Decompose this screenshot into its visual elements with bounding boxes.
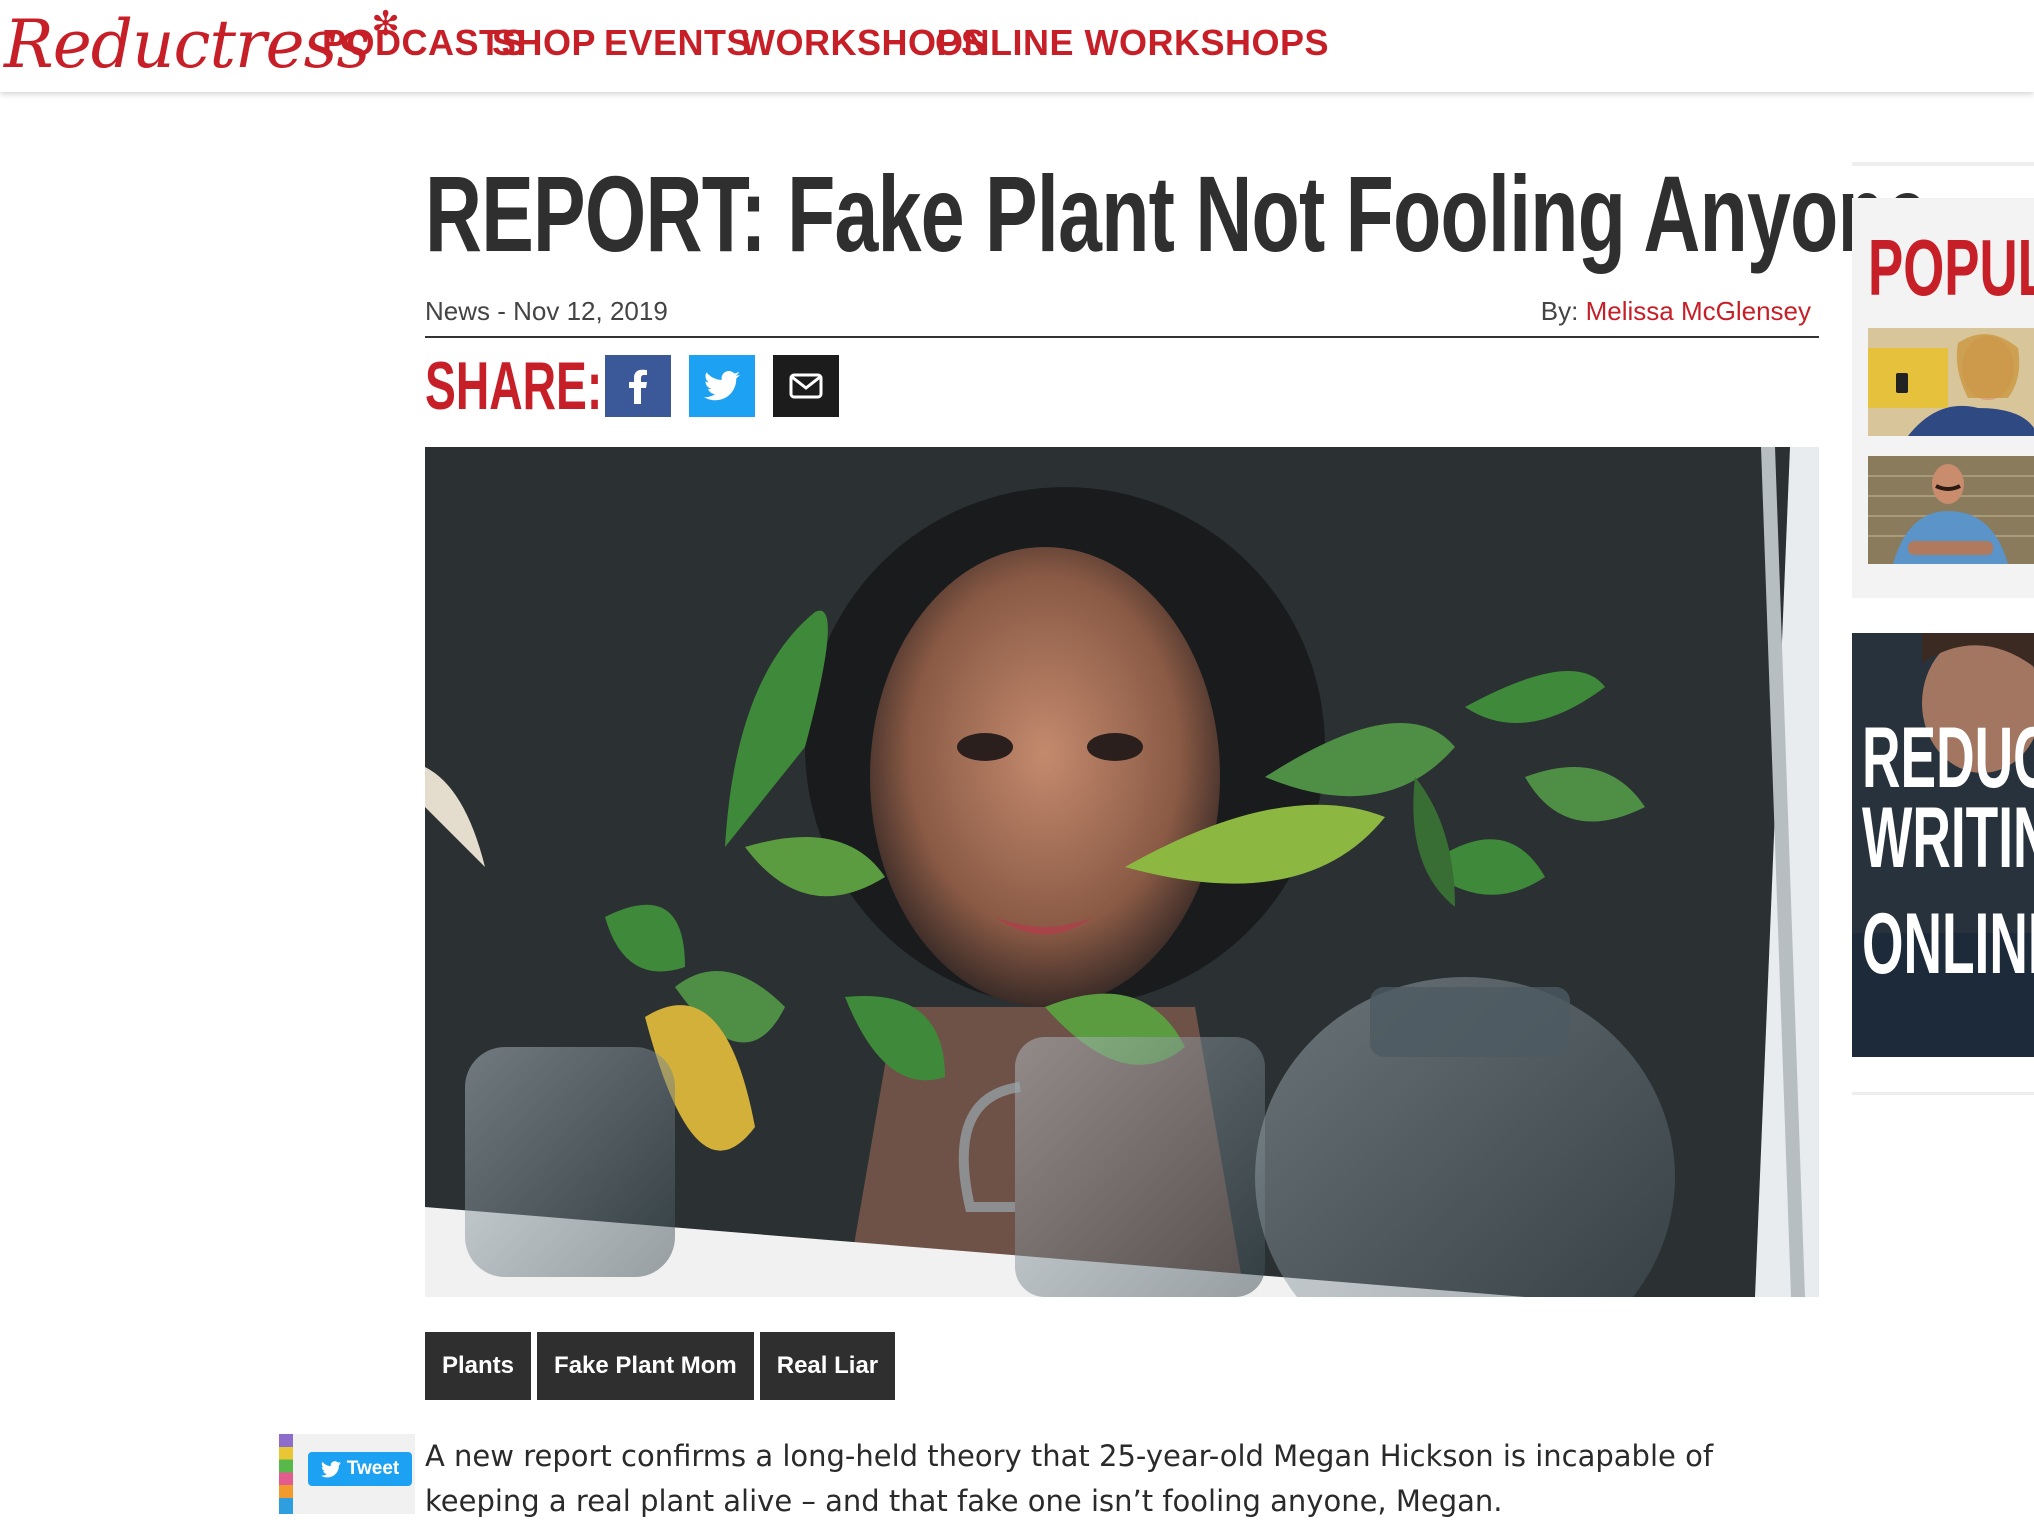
popular-title: POPULA [1868, 223, 2034, 312]
article-headline: REPORT: Fake Plant Not Fooling Anyone [425, 153, 1929, 274]
author-link[interactable]: Melissa McGlensey [1586, 296, 1811, 326]
popular-thumbnail[interactable] [1868, 456, 2034, 564]
color-stripe [279, 1434, 293, 1514]
byline: By: Melissa McGlensey [1541, 296, 1811, 327]
share-bar: SHARE: [425, 350, 839, 422]
sidebar-divider [1852, 1092, 2034, 1095]
hero-image [425, 447, 1819, 1297]
byline-prefix: By: [1540, 296, 1579, 326]
tag-fake-plant-mom[interactable]: Fake Plant Mom [537, 1332, 754, 1400]
tweet-label: Tweet [346, 1458, 400, 1479]
popular-widget: POPULA [1852, 198, 2034, 598]
promo-line: ONLINE [1862, 896, 2034, 992]
article: REPORT: Fake Plant Not Fooling Anyone Ne… [425, 150, 1929, 1400]
twitter-icon [320, 1460, 341, 1477]
tag-list: Plants Fake Plant Mom Real Liar [425, 1332, 896, 1400]
email-icon [789, 373, 823, 399]
twitter-icon [704, 371, 740, 401]
share-label: SHARE: [425, 348, 603, 424]
nav-events[interactable]: EVENTS [604, 22, 751, 63]
facebook-icon [629, 369, 647, 404]
tag-plants[interactable]: Plants [425, 1332, 532, 1400]
tag-real-liar[interactable]: Real Liar [759, 1332, 896, 1400]
sidebar-divider [1852, 162, 2034, 166]
promo-line: WRITIN [1862, 790, 2034, 886]
share-twitter-button[interactable] [689, 355, 755, 417]
tweet-button[interactable]: Tweet [308, 1452, 412, 1486]
article-meta: News - Nov 12, 2019 By: Melissa McGlense… [425, 296, 1819, 338]
share-email-button[interactable] [773, 355, 839, 417]
nav-shop[interactable]: SHOP [492, 22, 596, 63]
share-facebook-button[interactable] [605, 355, 671, 417]
logo-text: Reductress [4, 5, 370, 83]
nav-online-workshops[interactable]: ONLINE WORKSHOPS [935, 22, 1329, 63]
tweet-widget: Tweet [279, 1434, 415, 1514]
site-header: Reductress ✻ PODCASTS SHOP EVENTS WORKSH… [0, 0, 2034, 92]
workshop-promo[interactable]: REDUCT WRITIN ONLINE [1852, 633, 2034, 1057]
article-body: A new report confirms a long-held theory… [425, 1439, 1714, 1518]
promo-line: REDUCT [1862, 710, 2034, 806]
popular-thumbnail[interactable] [1868, 328, 2034, 436]
main-nav: PODCASTS SHOP EVENTS WORKSHOPS ONLINE WO… [322, 22, 1329, 64]
category-date: News - Nov 12, 2019 [425, 296, 668, 326]
